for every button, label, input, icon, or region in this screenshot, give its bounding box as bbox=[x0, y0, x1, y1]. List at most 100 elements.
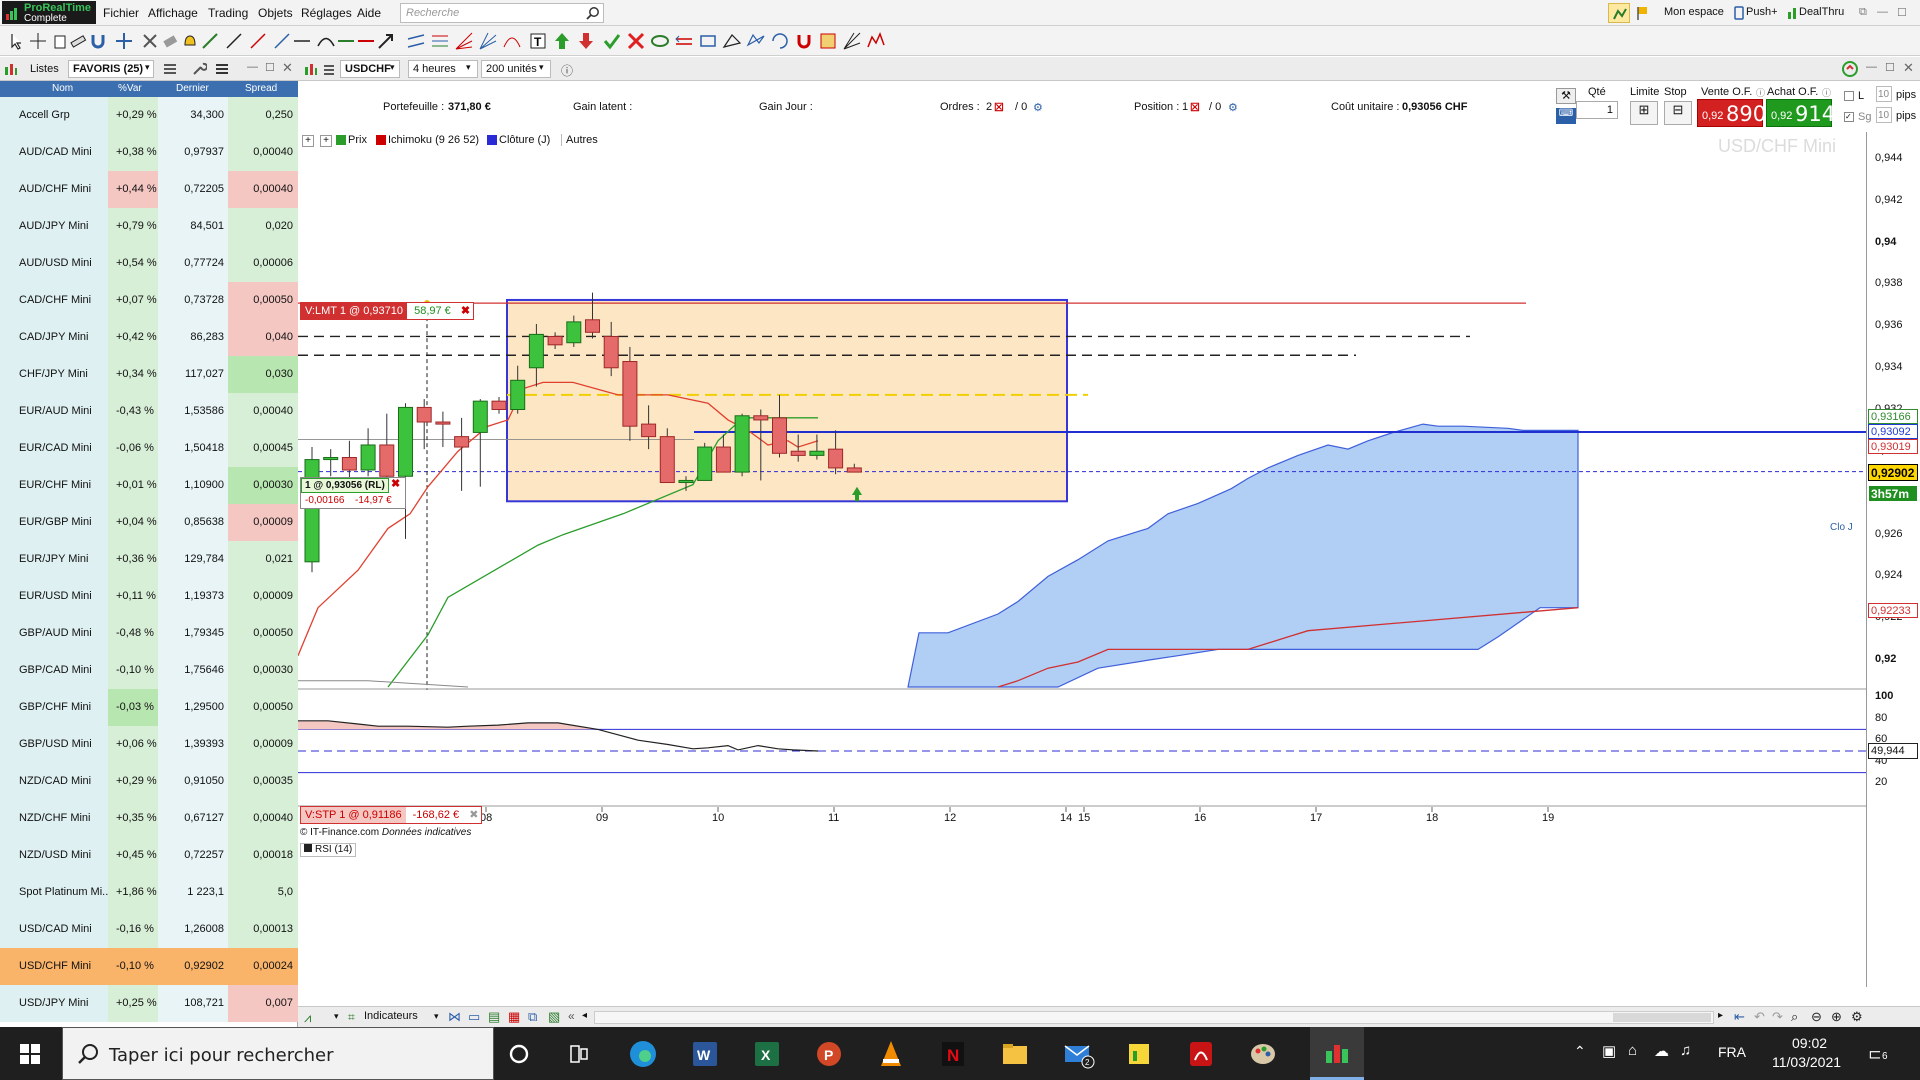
layout-icon[interactable]: ⧉ bbox=[528, 1009, 537, 1025]
buy-button[interactable]: 0,92 914 bbox=[1766, 99, 1835, 127]
limit-order-tag[interactable]: V:LMT 1 @ 0,93710 58,97 € ✖ bbox=[300, 302, 475, 320]
crosshair-icon[interactable] bbox=[28, 31, 48, 51]
chart-maximize-icon[interactable]: ☐ bbox=[1885, 61, 1895, 74]
reset-zoom-icon[interactable]: ⇤ bbox=[1734, 1009, 1745, 1025]
list-item[interactable]: Accell Grp +0,29 % 34,300 0,250 bbox=[0, 97, 298, 134]
cancel-limit-icon[interactable]: ✖ bbox=[458, 304, 473, 317]
list-item[interactable]: EUR/USD Mini +0,11 % 1,19373 0,00009 bbox=[0, 578, 298, 615]
close-position-icon[interactable]: ☒ bbox=[1190, 101, 1200, 114]
menu-reglages[interactable]: Réglages bbox=[301, 6, 352, 20]
list-item[interactable]: CHF/JPY Mini +0,34 % 117,027 0,030 bbox=[0, 356, 298, 393]
tab-cloture[interactable]: Clôture (J) bbox=[499, 134, 550, 146]
ellipse-icon[interactable] bbox=[650, 31, 670, 51]
list-item[interactable]: Spot Platinum Mi... +1,86 % 1 223,1 5,0 bbox=[0, 874, 298, 911]
panel-maximize-icon[interactable]: ☐ bbox=[265, 61, 275, 74]
ellipse-arc-icon[interactable] bbox=[502, 31, 522, 51]
polygon-icon[interactable] bbox=[746, 31, 766, 51]
list-item[interactable]: AUD/JPY Mini +0,79 % 84,501 0,020 bbox=[0, 208, 298, 245]
list-item[interactable]: EUR/CHF Mini +0,01 % 1,10900 0,00030 bbox=[0, 467, 298, 504]
add-object-icon[interactable]: + bbox=[320, 135, 332, 147]
rsi-legend[interactable]: RSI (14) bbox=[300, 843, 357, 857]
position-settings-icon[interactable]: ⚙ bbox=[1228, 101, 1238, 114]
time-scrollbar-thumb[interactable] bbox=[1613, 1013, 1711, 1022]
eraser-icon[interactable] bbox=[160, 31, 180, 51]
panel-close-icon[interactable]: ✕ bbox=[282, 60, 293, 76]
horizontal-line-icon[interactable] bbox=[292, 31, 312, 51]
l-checkbox[interactable] bbox=[1844, 91, 1854, 101]
menu-icon[interactable] bbox=[214, 61, 230, 77]
column-spread[interactable]: Spread bbox=[245, 83, 277, 94]
quantity-input[interactable]: 1 bbox=[1576, 101, 1618, 119]
mail-icon[interactable]: 2 bbox=[1062, 1039, 1096, 1069]
menu-fichier[interactable]: Fichier bbox=[103, 6, 139, 20]
horizontal-segment-icon[interactable] bbox=[336, 31, 356, 51]
netflix-icon[interactable]: N bbox=[938, 1039, 968, 1069]
info-icon[interactable]: ⓘ bbox=[1822, 86, 1831, 99]
file-explorer-icon[interactable] bbox=[1000, 1039, 1030, 1069]
ordres-count[interactable]: 2 bbox=[986, 101, 992, 113]
fibonacci-icon[interactable] bbox=[430, 31, 450, 51]
search-input[interactable]: Recherche bbox=[400, 3, 604, 23]
curve-icon[interactable] bbox=[316, 31, 336, 51]
cycle-icon[interactable] bbox=[770, 31, 790, 51]
list-item[interactable]: AUD/USD Mini +0,54 % 0,77724 0,00006 bbox=[0, 245, 298, 282]
edge-icon[interactable] bbox=[628, 1039, 658, 1069]
candlestick[interactable] bbox=[454, 417, 470, 491]
settings-icon[interactable]: ⚙ bbox=[1851, 1009, 1863, 1025]
chart-minimize-icon[interactable]: — bbox=[1866, 61, 1877, 73]
ray-icon[interactable] bbox=[272, 31, 292, 51]
screener-icon[interactable]: ▤ bbox=[488, 1009, 500, 1025]
list-item[interactable]: AUD/CHF Mini +0,44 % 0,72205 0,00040 bbox=[0, 171, 298, 208]
candlestick[interactable] bbox=[491, 396, 507, 414]
chart-close-icon[interactable]: ✕ bbox=[1903, 60, 1914, 76]
list-item[interactable]: NZD/USD Mini +0,45 % 0,72257 0,00018 bbox=[0, 837, 298, 874]
flag-icon[interactable] bbox=[1633, 3, 1653, 23]
trendline-icon[interactable] bbox=[224, 31, 244, 51]
list-item[interactable]: CAD/CHF Mini +0,07 % 0,73728 0,00050 bbox=[0, 282, 298, 319]
time-scrollbar[interactable] bbox=[594, 1011, 1714, 1024]
pen-icon[interactable] bbox=[200, 31, 220, 51]
comment-icon[interactable]: ▭ bbox=[468, 1009, 480, 1025]
line-icon[interactable] bbox=[248, 31, 268, 51]
tab-autres[interactable]: Autres bbox=[561, 134, 598, 146]
list-item[interactable]: USD/CAD Mini -0,16 % 1,26008 0,00013 bbox=[0, 911, 298, 948]
network-icon[interactable]: ⌂ bbox=[1628, 1042, 1637, 1059]
chevron-down-icon[interactable]: ▾ bbox=[334, 1011, 339, 1022]
tab-prix[interactable]: Prix bbox=[348, 134, 367, 146]
magnet-red-icon[interactable] bbox=[794, 31, 814, 51]
chart-icon[interactable] bbox=[1608, 3, 1630, 23]
list-item[interactable]: USD/CHF Mini -0,10 % 0,92902 0,00024 bbox=[0, 948, 298, 985]
zoom-in-icon[interactable]: ⊕ bbox=[1831, 1009, 1842, 1025]
list-icon[interactable] bbox=[4, 62, 18, 76]
cancel-orders-icon[interactable]: ☒ bbox=[994, 101, 1004, 114]
column-var[interactable]: %Var bbox=[118, 83, 142, 94]
panel-minimize-icon[interactable]: — bbox=[247, 61, 258, 73]
list-item[interactable]: GBP/CHF Mini -0,03 % 1,29500 0,00050 bbox=[0, 689, 298, 726]
prorealtime-taskbar-button[interactable] bbox=[1310, 1027, 1364, 1080]
stop-order-tag[interactable]: V:STP 1 @ 0,91186 -168,62 € ✖ bbox=[300, 806, 483, 824]
candlestick[interactable] bbox=[697, 442, 713, 481]
restore-window-icon[interactable]: ⧉ bbox=[1855, 3, 1871, 23]
arrows-horizontal-icon[interactable] bbox=[674, 31, 694, 51]
indicators-button[interactable]: Indicateurs bbox=[364, 1010, 418, 1022]
column-dernier[interactable]: Dernier bbox=[176, 83, 209, 94]
list-item[interactable]: EUR/JPY Mini +0,36 % 129,784 0,021 bbox=[0, 541, 298, 578]
triangle-icon[interactable] bbox=[722, 31, 742, 51]
menu-aide[interactable]: Aide bbox=[357, 6, 381, 20]
orders-settings-icon[interactable]: ⚙ bbox=[1033, 101, 1043, 114]
scroll-right-icon[interactable]: ▸ bbox=[1718, 1010, 1723, 1021]
powerpoint-icon[interactable]: P bbox=[814, 1039, 844, 1069]
add-indicator-icon[interactable]: + bbox=[302, 135, 314, 147]
acrobat-icon[interactable] bbox=[1186, 1039, 1216, 1069]
list-item[interactable]: EUR/GBP Mini +0,04 % 0,85638 0,00009 bbox=[0, 504, 298, 541]
listes-tab[interactable]: Listes bbox=[30, 63, 59, 75]
dealthru-button[interactable]: DealThru bbox=[1795, 3, 1848, 23]
indicators-icon[interactable]: ⌗ bbox=[348, 1010, 355, 1025]
arrow-line-icon[interactable] bbox=[376, 31, 396, 51]
taskbar-search[interactable]: Taper ici pour rechercher bbox=[62, 1027, 494, 1080]
arrow-down-icon[interactable] bbox=[576, 31, 596, 51]
cancel-stop-icon[interactable]: ✖ bbox=[466, 808, 481, 821]
list-selector[interactable]: FAVORIS (25) bbox=[68, 60, 154, 78]
list-item[interactable]: NZD/CAD Mini +0,29 % 0,91050 0,00035 bbox=[0, 763, 298, 800]
minimize-icon[interactable]: — bbox=[1873, 3, 1892, 23]
